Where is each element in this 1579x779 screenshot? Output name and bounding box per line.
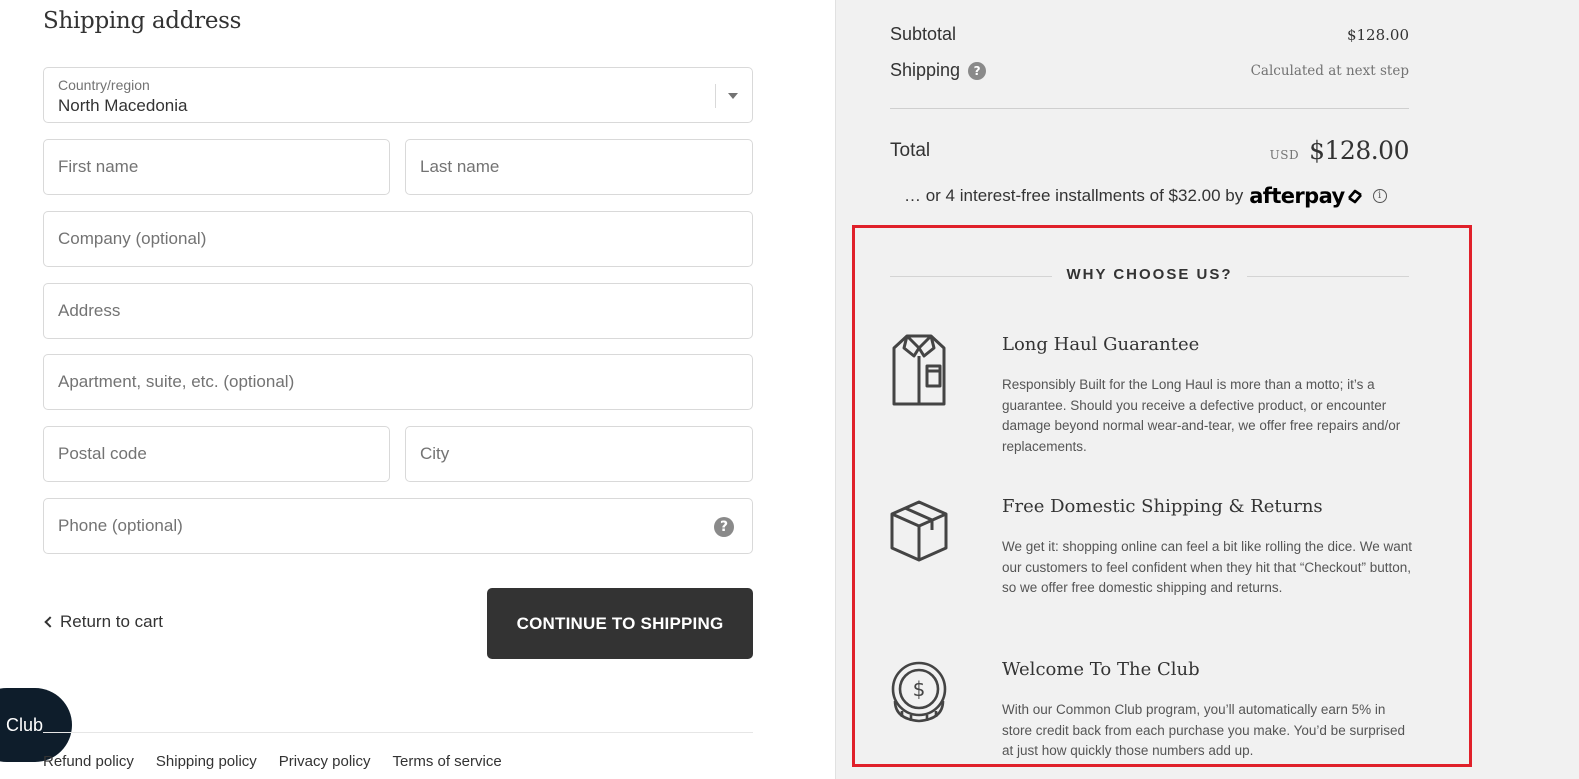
first-name-placeholder: First name — [58, 157, 139, 176]
shipping-label: Shipping — [890, 60, 961, 80]
refund-policy-link[interactable]: Refund policy — [43, 753, 134, 770]
afterpay-logo: afterpay — [1249, 184, 1364, 208]
summary-divider — [890, 108, 1409, 109]
feature-long-haul: Long Haul Guarantee Responsibly Built fo… — [890, 334, 1415, 464]
checkout-form-column: Shipping address Country/region North Ma… — [0, 0, 835, 779]
privacy-policy-link[interactable]: Privacy policy — [279, 753, 371, 770]
feature-title: Long Haul Guarantee — [1002, 334, 1200, 355]
feature-text: With our Common Club program, you’ll aut… — [1002, 702, 1405, 759]
postal-code-placeholder: Postal code — [58, 444, 147, 463]
country-label: Country/region — [58, 77, 150, 93]
afterpay-row: … or 4 interest-free installments of $32… — [904, 184, 1387, 208]
chevron-down-icon — [728, 93, 738, 99]
order-summary-column: Subtotal $128.00 Shipping ? Calculated a… — [835, 0, 1579, 779]
total-row: Total USD $128.00 — [890, 136, 1409, 165]
return-to-cart-label: Return to cart — [60, 612, 163, 631]
currency-code: USD — [1269, 148, 1300, 162]
continue-to-shipping-button[interactable]: CONTINUE TO SHIPPING — [487, 588, 753, 659]
shipping-row: Shipping ? Calculated at next step — [890, 60, 1409, 81]
footer-links: Refund policy Shipping policy Privacy po… — [43, 753, 502, 770]
apartment-placeholder: Apartment, suite, etc. (optional) — [58, 372, 295, 391]
phone-field[interactable]: Phone (optional) ? — [43, 498, 753, 554]
feature-text: Responsibly Built for the Long Haul is m… — [1002, 377, 1401, 454]
help-icon[interactable]: ? — [968, 61, 987, 80]
why-choose-us-header: WHY CHOOSE US? — [890, 264, 1409, 288]
feature-club: $ Welcome To The Club With our Common Cl… — [890, 659, 1415, 769]
company-placeholder: Company (optional) — [58, 229, 207, 248]
why-line-right — [1247, 276, 1409, 277]
last-name-placeholder: Last name — [420, 157, 500, 176]
subtotal-value: $128.00 — [1346, 25, 1409, 44]
afterpay-text: … or 4 interest-free installments of $32… — [904, 186, 1244, 205]
feature-shipping-returns: Free Domestic Shipping & Returns We get … — [890, 496, 1415, 626]
chevron-left-icon — [44, 616, 56, 628]
total-amount-group: USD $128.00 — [1269, 136, 1410, 165]
phone-placeholder: Phone (optional) — [58, 516, 183, 535]
shipping-value: Calculated at next step — [1250, 62, 1409, 79]
return-to-cart-link[interactable]: Return to cart — [43, 612, 163, 632]
shipping-label-group: Shipping ? — [890, 60, 987, 81]
afterpay-wordmark: afterpay — [1249, 184, 1345, 208]
box-icon — [890, 500, 948, 562]
company-field[interactable]: Company (optional) — [43, 211, 753, 267]
why-title: WHY CHOOSE US? — [1066, 266, 1233, 283]
club-badge[interactable]: Club — [0, 688, 72, 762]
country-select[interactable]: Country/region North Macedonia — [43, 67, 753, 123]
city-field[interactable]: City — [405, 426, 753, 482]
feature-title: Welcome To The Club — [1002, 659, 1200, 680]
address-field[interactable]: Address — [43, 283, 753, 339]
shirt-icon — [892, 334, 946, 406]
section-title: Shipping address — [43, 8, 242, 34]
total-value: $128.00 — [1309, 136, 1409, 165]
apartment-field[interactable]: Apartment, suite, etc. (optional) — [43, 354, 753, 410]
subtotal-label: Subtotal — [890, 24, 957, 44]
info-icon[interactable]: i — [1372, 189, 1387, 203]
first-name-field[interactable]: First name — [43, 139, 390, 195]
footer-divider — [43, 732, 753, 733]
shipping-policy-link[interactable]: Shipping policy — [156, 753, 257, 770]
feature-title: Free Domestic Shipping & Returns — [1002, 496, 1323, 517]
help-icon[interactable]: ? — [714, 517, 734, 537]
select-divider — [715, 84, 716, 108]
afterpay-arrows-icon — [1347, 189, 1362, 204]
postal-code-field[interactable]: Postal code — [43, 426, 390, 482]
terms-of-service-link[interactable]: Terms of service — [393, 753, 502, 770]
city-placeholder: City — [420, 444, 450, 463]
club-badge-label: Club — [6, 714, 44, 735]
last-name-field[interactable]: Last name — [405, 139, 753, 195]
country-value: North Macedonia — [58, 96, 188, 115]
feature-text: We get it: shopping online can feel a bi… — [1002, 539, 1412, 596]
address-placeholder: Address — [58, 301, 121, 320]
total-label: Total — [890, 139, 931, 161]
subtotal-row: Subtotal $128.00 — [890, 24, 1409, 45]
svg-text:$: $ — [913, 677, 926, 701]
coin-icon: $ — [891, 661, 947, 723]
